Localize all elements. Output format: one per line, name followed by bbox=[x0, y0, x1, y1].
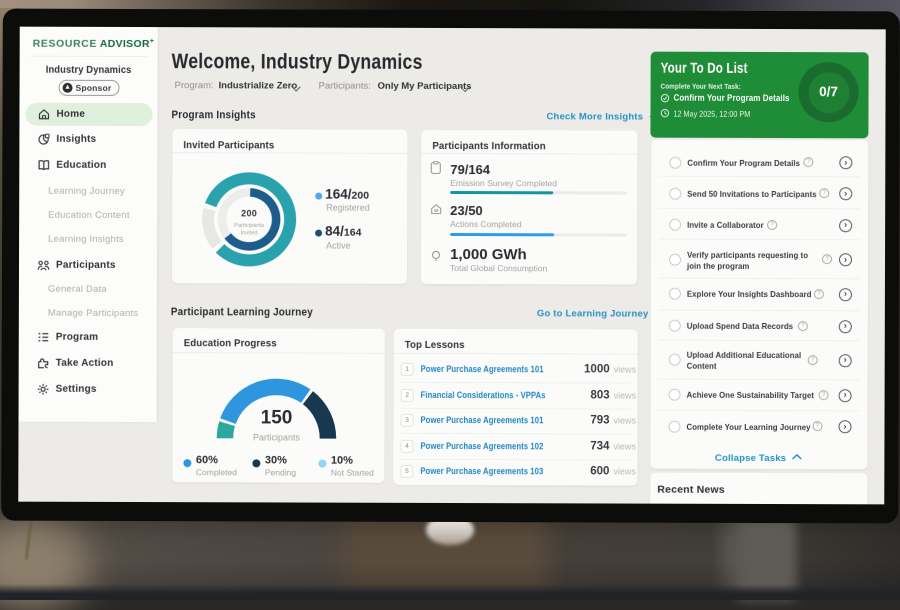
svg-text:Invited: Invited bbox=[240, 230, 257, 236]
svg-text:200: 200 bbox=[241, 208, 257, 218]
svg-text:Participants: Participants bbox=[233, 223, 263, 229]
